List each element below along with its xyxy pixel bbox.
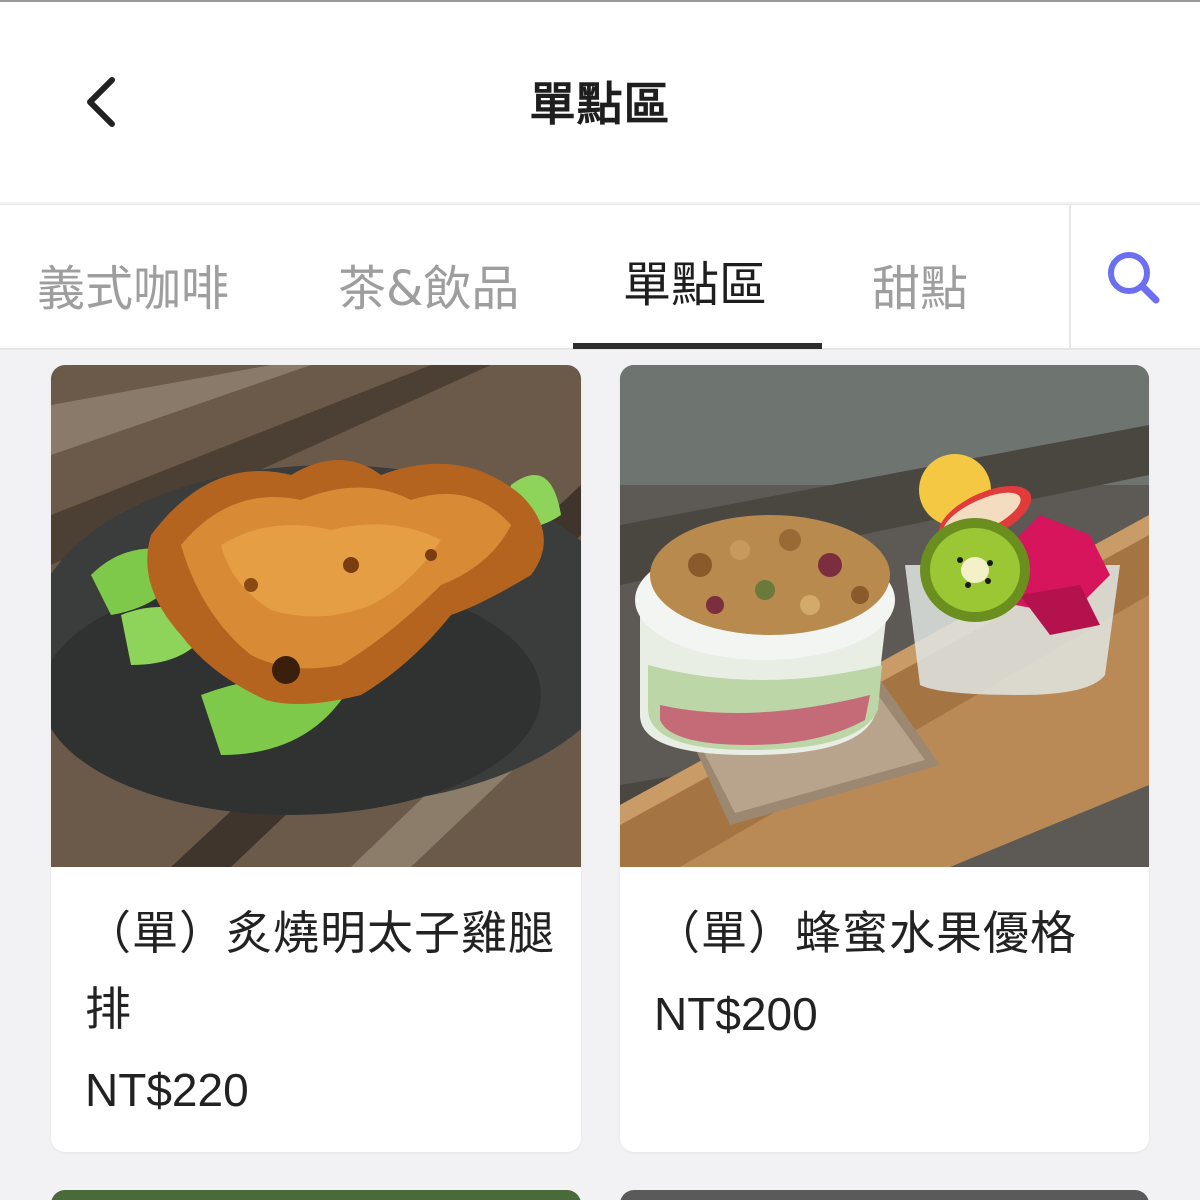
search-icon bbox=[1108, 252, 1160, 304]
product-card[interactable] bbox=[51, 1190, 581, 1200]
grilled-chicken-thigh-photo bbox=[51, 365, 581, 867]
category-tabs: 義式咖啡 茶&飲品 單點區 甜點 bbox=[0, 204, 1200, 350]
tab-espresso[interactable]: 義式咖啡 bbox=[37, 249, 229, 319]
app-header: 單點區 bbox=[0, 2, 1200, 202]
search-button[interactable] bbox=[1098, 238, 1170, 318]
product-price: NT$220 bbox=[85, 1064, 249, 1116]
product-name: （單）炙燒明太子雞腿排 bbox=[85, 906, 555, 1036]
tab-desserts[interactable]: 甜點 bbox=[872, 249, 968, 319]
product-name: （單）蜂蜜水果優格 bbox=[654, 906, 1077, 960]
product-card[interactable]: （單）蜂蜜水果優格 NT$200 bbox=[620, 365, 1149, 1152]
product-card[interactable]: （單）炙燒明太子雞腿排 NT$220 bbox=[51, 365, 581, 1152]
menu-screen: 單點區 義式咖啡 茶&飲品 單點區 甜點 （單）炙燒明太子雞腿排 NT$220 … bbox=[0, 0, 1200, 1200]
page-title: 單點區 bbox=[529, 77, 671, 131]
search-divider bbox=[1069, 205, 1071, 349]
product-price: NT$200 bbox=[654, 988, 818, 1040]
active-tab-indicator bbox=[573, 343, 822, 349]
honey-fruit-yogurt-photo bbox=[620, 365, 1149, 867]
tab-a-la-carte[interactable]: 單點區 bbox=[623, 245, 767, 315]
tab-tea-drinks[interactable]: 茶&飲品 bbox=[338, 249, 519, 319]
product-card[interactable] bbox=[620, 1190, 1149, 1200]
